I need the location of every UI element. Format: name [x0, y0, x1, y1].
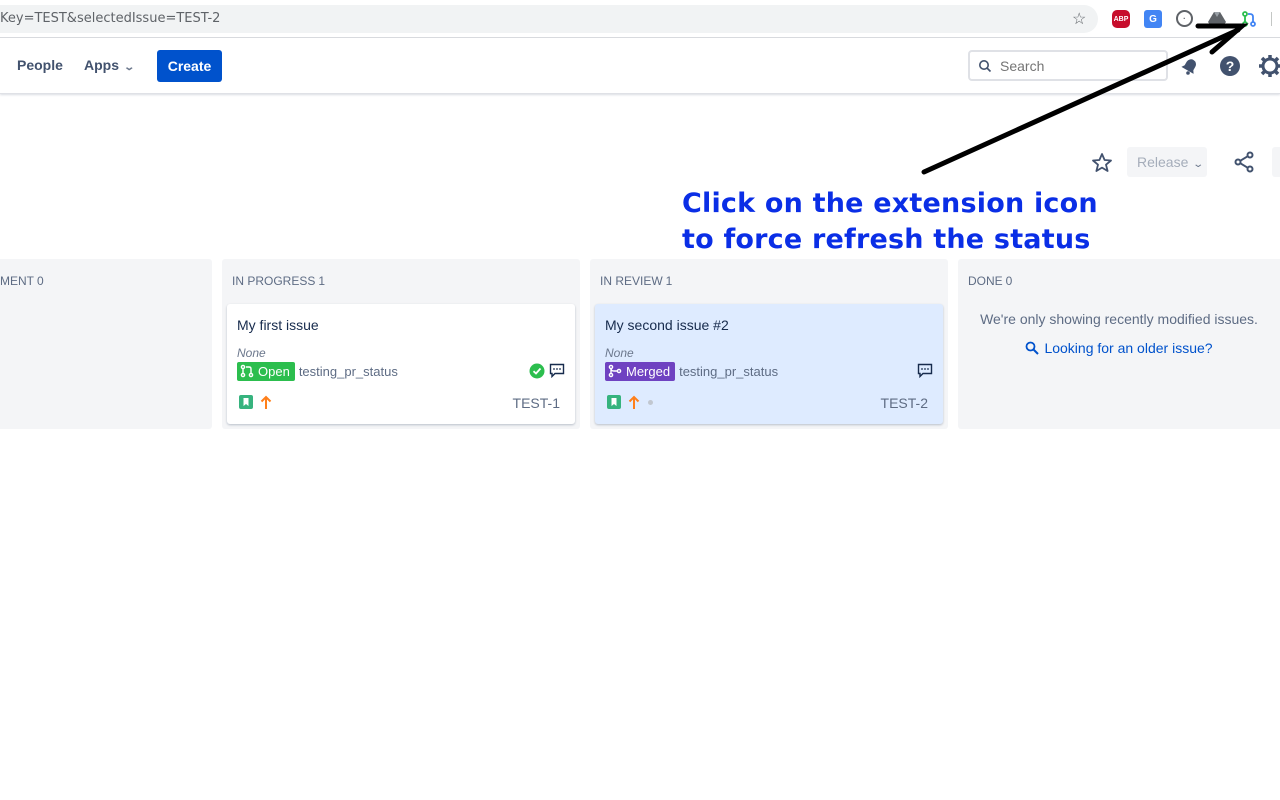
pr-branch-name: testing_pr_status	[679, 363, 779, 379]
pr-status-label: Merged	[626, 363, 671, 379]
annotation-line-1: Click on the extension icon	[682, 188, 1098, 219]
column-title: IN PROGRESS 1	[232, 274, 325, 288]
column-title: DONE 0	[968, 274, 1012, 288]
circle-extension-icon[interactable]: ·	[1176, 10, 1193, 27]
search-icon	[979, 60, 992, 73]
pr-status-badge[interactable]: Merged	[605, 361, 676, 381]
help-icon[interactable]: ?	[1218, 54, 1242, 78]
search-input[interactable]	[1000, 56, 1160, 76]
settings-gear-icon[interactable]	[1258, 54, 1280, 78]
column-count: 0	[1005, 274, 1013, 288]
column-title-text: DONE	[968, 274, 1003, 288]
column-count: 0	[37, 274, 44, 288]
drive-icon[interactable]	[1208, 10, 1226, 28]
priority-high-icon	[260, 395, 272, 409]
adblock-plus-icon[interactable]: ABP	[1112, 10, 1130, 28]
column-title-text: MENT	[0, 274, 34, 288]
nav-people[interactable]: People	[17, 57, 63, 73]
release-button[interactable]: Release ⌄	[1127, 147, 1207, 177]
column-title-text: IN PROGRESS	[232, 274, 316, 288]
column-title: IN REVIEW 1	[600, 274, 672, 288]
url-text: Key=TEST&selectedIssue=TEST-2	[0, 11, 221, 26]
issue-title: My first issue	[237, 317, 319, 333]
search-box[interactable]	[968, 50, 1168, 81]
abp-label: ABP	[1113, 15, 1129, 23]
annotation-line-2: to force refresh the status	[682, 224, 1091, 255]
issue-card[interactable]: My second issue #2 None Merged testing_p…	[595, 304, 943, 424]
board-column: MENT 0	[0, 259, 212, 429]
issue-card[interactable]: My first issue None Open testing_pr_stat…	[227, 304, 575, 424]
star-board-icon[interactable]	[1090, 151, 1114, 175]
comment-icon	[917, 363, 933, 378]
chevron-down-icon: ⌄	[123, 62, 136, 73]
column-count: 1	[665, 274, 673, 288]
pr-branch-name: testing_pr_status	[298, 363, 398, 379]
column-count: 1	[318, 274, 326, 288]
search-icon	[1026, 341, 1040, 355]
browser-toolbar: Key=TEST&selectedIssue=TEST-2 ☆ ABP G ·	[0, 0, 1280, 38]
google-translate-icon[interactable]: G	[1144, 10, 1162, 28]
jira-top-nav: People Apps ⌄ Create ?	[0, 38, 1280, 94]
issue-assignee: None	[605, 346, 634, 360]
more-button[interactable]	[1272, 147, 1280, 177]
issue-assignee: None	[237, 346, 266, 360]
comment-icon	[549, 363, 565, 378]
bookmark-star-icon[interactable]: ☆	[1072, 9, 1086, 29]
priority-high-icon	[628, 395, 640, 409]
nav-apps[interactable]: Apps ⌄	[84, 57, 136, 73]
pr-status-row: Merged testing_pr_status	[605, 361, 778, 381]
merge-icon	[608, 364, 622, 378]
notification-bell-icon[interactable]	[1178, 54, 1202, 78]
svg-text:?: ?	[1226, 58, 1235, 74]
story-icon	[239, 395, 253, 409]
nav-apps-label: Apps	[84, 57, 119, 73]
pr-status-row: Open testing_pr_status	[237, 361, 398, 381]
chevron-down-icon: ⌄	[1192, 159, 1205, 170]
pull-request-icon	[240, 364, 254, 378]
toolbar-divider	[1271, 12, 1272, 26]
estimate-dot	[648, 400, 653, 405]
address-bar[interactable]: Key=TEST&selectedIssue=TEST-2 ☆	[0, 5, 1098, 33]
issue-key[interactable]: TEST-2	[881, 395, 928, 411]
pr-status-extension-icon[interactable]	[1240, 10, 1258, 28]
issue-title: My second issue #2	[605, 317, 729, 333]
issue-key[interactable]: TEST-1	[513, 395, 560, 411]
annotation-text: Click on the extension icon to force ref…	[682, 186, 1098, 258]
older-issues-link-text: Looking for an older issue?	[1044, 340, 1213, 356]
board-column: DONE 0 We're only showing recently modifi…	[958, 259, 1280, 429]
done-column-message: We're only showing recently modified iss…	[980, 311, 1258, 327]
share-icon[interactable]	[1232, 150, 1256, 174]
older-issues-link[interactable]: Looking for an older issue?	[958, 340, 1280, 356]
story-icon	[607, 395, 621, 409]
column-title: MENT 0	[0, 274, 44, 288]
board-column: IN REVIEW 1 My second issue #2 None Merge…	[590, 259, 948, 429]
pr-status-label: Open	[258, 363, 290, 379]
column-title-text: IN REVIEW	[600, 274, 663, 288]
pr-status-badge[interactable]: Open	[237, 361, 295, 381]
check-passed-icon	[529, 363, 545, 379]
create-button[interactable]: Create	[157, 50, 222, 82]
board-column: IN PROGRESS 1 My first issue None Open te…	[222, 259, 580, 429]
release-label: Release	[1137, 154, 1189, 170]
